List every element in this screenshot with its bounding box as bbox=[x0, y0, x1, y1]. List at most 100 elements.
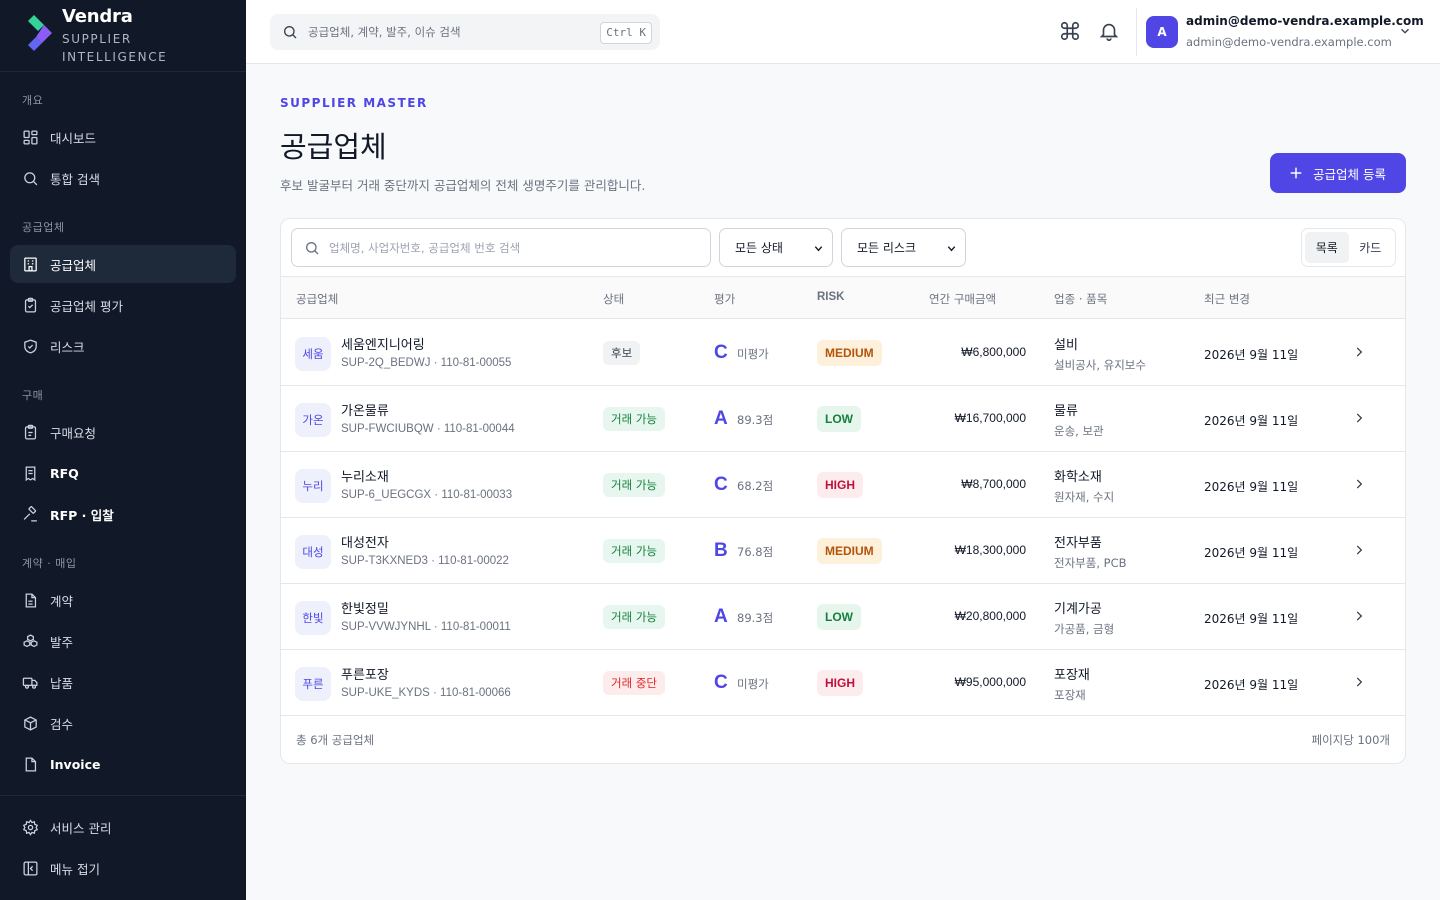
sidebar-item-label: 발주 bbox=[50, 634, 74, 650]
industry: 포장재 bbox=[1054, 668, 1090, 683]
sidebar-divider bbox=[0, 795, 246, 796]
chevron-down-icon[interactable] bbox=[1398, 24, 1412, 38]
supplier-name[interactable]: 푸른포장 bbox=[341, 664, 389, 683]
sidebar-item-delivery[interactable]: 납품 bbox=[10, 663, 236, 701]
supplier-code: SUP-FWCIUBQW · 110-81-00044 bbox=[341, 423, 515, 435]
view-toggle: 목록 카드 bbox=[1301, 228, 1396, 267]
view-list-button[interactable]: 목록 bbox=[1305, 232, 1349, 263]
updated-date: 2026년 9월 11일 bbox=[1204, 414, 1299, 428]
supplier-name[interactable]: 가온물류 bbox=[341, 400, 389, 419]
brand-subtitle: SUPPLIER INTELLIGENCE bbox=[62, 32, 168, 64]
sidebar-item-suppliers[interactable]: 공급업체 bbox=[10, 245, 236, 283]
nav-section-purchasing: 구매 bbox=[22, 389, 44, 402]
invoice-icon bbox=[25, 756, 37, 772]
nav-section-overview: 개요 bbox=[22, 94, 44, 107]
status-badge: 거래 중단 bbox=[603, 671, 665, 695]
chevron-right-icon[interactable] bbox=[1352, 609, 1366, 623]
sidebar-item-service-admin[interactable]: 서비스 관리 bbox=[10, 808, 236, 846]
table-row[interactable]: 누리 누리소재 SUP-6_UEGCGX · 110-81-00033 거래 가능 C 6… bbox=[281, 452, 1405, 518]
avatar[interactable]: A bbox=[1146, 16, 1178, 48]
column-header-supplier[interactable]: 공급업체 bbox=[296, 291, 338, 307]
table-row[interactable]: 푸른 푸른포장 SUP-UKE_KYDS · 110-81-00066 거래 중단 C 미… bbox=[281, 650, 1405, 716]
search-icon bbox=[24, 171, 38, 185]
risk-badge: MEDIUM bbox=[817, 538, 882, 564]
collapse-icon bbox=[23, 860, 38, 876]
evaluation-grade: C bbox=[714, 342, 728, 363]
sidebar-item-supplier-evaluation[interactable]: 공급업체 평가 bbox=[10, 286, 236, 324]
chevron-right-icon[interactable] bbox=[1352, 477, 1366, 491]
evaluation-grade: A bbox=[714, 606, 728, 627]
building-icon bbox=[24, 256, 37, 272]
risk-badge: HIGH bbox=[817, 670, 863, 696]
document-icon bbox=[25, 592, 37, 608]
receipt-icon bbox=[25, 465, 36, 481]
chevron-down-icon bbox=[814, 246, 823, 252]
status-badge: 거래 가능 bbox=[603, 605, 665, 629]
global-search-placeholder: 공급업체, 계약, 발주, 이슈 검색 bbox=[308, 25, 461, 39]
chevron-right-icon[interactable] bbox=[1352, 543, 1366, 557]
evaluation-score: 76.8점 bbox=[737, 545, 774, 559]
table-header: 공급업체 상태 평가 RISK 연간 구매금액 업종 · 품목 최근 변경 bbox=[281, 276, 1405, 319]
supplier-search-input[interactable]: 업체명, 사업자번호, 공급업체 번호 검색 bbox=[291, 228, 711, 267]
sidebar-item-risk[interactable]: 리스크 bbox=[10, 327, 236, 365]
brand-name: Vendra bbox=[62, 6, 133, 27]
brand: Vendra SUPPLIER INTELLIGENCE bbox=[0, 0, 246, 72]
status-filter-value: 모든 상태 bbox=[735, 241, 783, 255]
updated-date: 2026년 9월 11일 bbox=[1204, 480, 1299, 494]
chevron-right-icon[interactable] bbox=[1352, 675, 1366, 689]
sidebar-item-contract[interactable]: 계약 bbox=[10, 581, 236, 619]
table-row[interactable]: 대성 대성전자 SUP-T3KXNED3 · 110-81-00022 거래 가능 B 7… bbox=[281, 518, 1405, 584]
risk-filter-select[interactable]: 모든 리스크 bbox=[841, 228, 966, 267]
table-row[interactable]: 세움 세움엔지니어링 SUP-2Q_BEDWJ · 110-81-00055 후보 C 미… bbox=[281, 320, 1405, 386]
sidebar-item-label: Invoice bbox=[50, 756, 101, 772]
risk-badge: MEDIUM bbox=[817, 340, 882, 366]
supplier-avatar: 누리 bbox=[295, 469, 331, 503]
evaluation-score: 89.3점 bbox=[737, 611, 774, 625]
nav-section-suppliers: 공급업체 bbox=[22, 221, 65, 234]
user-email: admin@demo-vendra.example.com bbox=[1186, 35, 1392, 49]
global-search-input[interactable]: 공급업체, 계약, 발주, 이슈 검색 Ctrl K bbox=[270, 14, 660, 50]
view-card-button[interactable]: 카드 bbox=[1349, 232, 1393, 263]
table-row[interactable]: 한빛 한빛정밀 SUP-VVWJYNHL · 110-81-00011 거래 가능 A 8… bbox=[281, 584, 1405, 650]
item-categories: 포장재 bbox=[1054, 688, 1086, 702]
notification-bell-icon[interactable] bbox=[1098, 20, 1120, 42]
status-filter-select[interactable]: 모든 상태 bbox=[719, 228, 833, 267]
sidebar-item-rfp[interactable]: RFP · 입찰 bbox=[10, 495, 236, 533]
sidebar-item-label: 구매요청 bbox=[50, 425, 97, 441]
column-header-updated[interactable]: 최근 변경 bbox=[1204, 291, 1250, 307]
sidebar-item-inspection[interactable]: 검수 bbox=[10, 704, 236, 742]
column-header-industry[interactable]: 업종 · 품목 bbox=[1054, 291, 1107, 307]
sidebar-item-rfq[interactable]: RFQ bbox=[10, 454, 236, 492]
annual-amount: ₩8,700,000 bbox=[961, 477, 1026, 491]
column-header-evaluation[interactable]: 평가 bbox=[714, 291, 735, 307]
evaluation-grade: C bbox=[714, 672, 728, 693]
supplier-table-card: 업체명, 사업자번호, 공급업체 번호 검색 모든 상태 모든 리스크 목록 카… bbox=[280, 218, 1406, 764]
add-supplier-button[interactable]: 공급업체 등록 bbox=[1270, 153, 1406, 193]
table-per-page[interactable]: 페이지당 100개 bbox=[1311, 732, 1390, 748]
column-header-risk[interactable]: RISK bbox=[817, 291, 844, 303]
command-icon[interactable] bbox=[1059, 20, 1081, 42]
page-subtitle: 후보 발굴부터 거래 중단까지 공급업체의 전체 생명주기를 관리합니다. bbox=[280, 178, 646, 193]
sidebar-item-collapse[interactable]: 메뉴 접기 bbox=[10, 849, 236, 887]
sidebar-item-invoice[interactable]: Invoice bbox=[10, 745, 236, 783]
sidebar-item-dashboard[interactable]: 대시보드 bbox=[10, 118, 236, 156]
column-header-status[interactable]: 상태 bbox=[603, 291, 624, 307]
supplier-name[interactable]: 누리소재 bbox=[341, 466, 389, 485]
sidebar-item-order[interactable]: 발주 bbox=[10, 622, 236, 660]
supplier-name[interactable]: 대성전자 bbox=[341, 532, 389, 551]
sidebar-item-purchase-request[interactable]: 구매요청 bbox=[10, 413, 236, 451]
column-header-annual-amount[interactable]: 연간 구매금액 bbox=[929, 291, 996, 307]
updated-date: 2026년 9월 11일 bbox=[1204, 546, 1299, 560]
chevron-right-icon[interactable] bbox=[1352, 345, 1366, 359]
evaluation-grade: C bbox=[714, 474, 728, 495]
table-row[interactable]: 가온 가온물류 SUP-FWCIUBQW · 110-81-00044 거래 가능 A 8… bbox=[281, 386, 1405, 452]
item-categories: 전자부품, PCB bbox=[1054, 556, 1127, 570]
supplier-name[interactable]: 세움엔지니어링 bbox=[341, 334, 425, 353]
item-categories: 원자재, 수지 bbox=[1054, 490, 1115, 504]
clipboard-icon bbox=[24, 424, 37, 440]
sidebar-item-search[interactable]: 통합 검색 bbox=[10, 159, 236, 197]
evaluation-score: 미평가 bbox=[737, 347, 769, 361]
sidebar-item-label: 납품 bbox=[50, 675, 74, 691]
chevron-right-icon[interactable] bbox=[1352, 411, 1366, 425]
supplier-name[interactable]: 한빛정밀 bbox=[341, 598, 389, 617]
